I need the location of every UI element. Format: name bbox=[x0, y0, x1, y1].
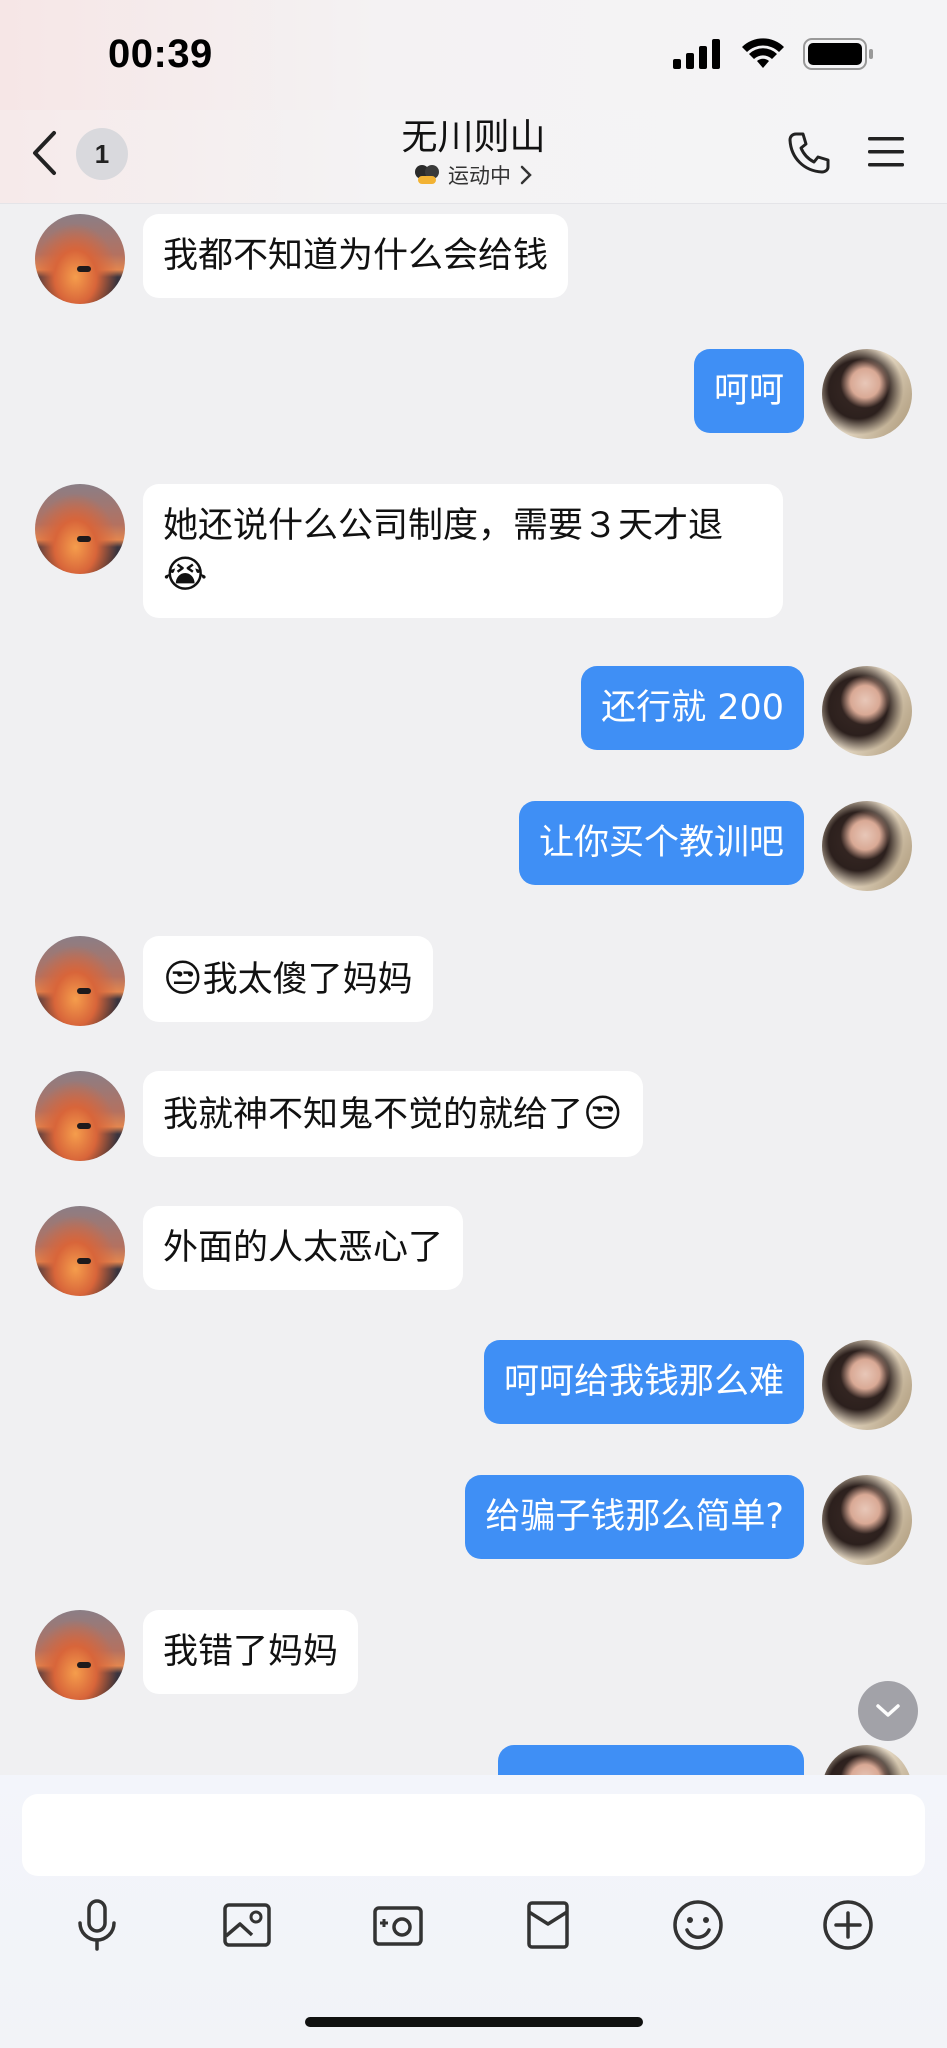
message-text: 外面的人太恶心了 bbox=[163, 1228, 444, 1268]
phone-icon bbox=[788, 132, 830, 174]
signal-icon bbox=[673, 39, 720, 69]
message-text: 呵呵 bbox=[713, 371, 784, 411]
message-bubble[interactable]: 给骗子钱那么简单? bbox=[465, 1475, 804, 1559]
my-avatar[interactable] bbox=[822, 349, 912, 439]
red-packet-button[interactable] bbox=[518, 1895, 578, 1955]
message-row: 我错了妈妈 bbox=[35, 1610, 359, 1700]
message-text: 给骗子钱那么简单? bbox=[485, 1497, 784, 1537]
call-button[interactable] bbox=[786, 130, 832, 180]
message-input[interactable] bbox=[22, 1794, 925, 1876]
emoji-icon bbox=[673, 1900, 723, 1950]
message-bubble[interactable]: 😒我太傻了妈妈 bbox=[143, 936, 433, 1022]
message-text: 我就神不知鬼不觉的就给了 bbox=[163, 1095, 584, 1135]
status-icons bbox=[673, 38, 875, 70]
contact-avatar[interactable] bbox=[35, 1610, 125, 1700]
message-text: 还行就 200 bbox=[601, 688, 784, 728]
my-avatar[interactable] bbox=[822, 1475, 912, 1565]
plus-icon bbox=[823, 1900, 873, 1950]
my-avatar[interactable] bbox=[822, 1340, 912, 1430]
chevron-down-icon bbox=[876, 1704, 900, 1717]
more-button[interactable] bbox=[818, 1895, 878, 1955]
status-text: 运动中 bbox=[448, 164, 511, 188]
message-text: 呵呵给我钱那么难 bbox=[503, 1362, 784, 1402]
hamburger-menu-icon bbox=[868, 137, 904, 167]
microphone-icon bbox=[78, 1899, 116, 1951]
message-row: 还行就 200 bbox=[581, 666, 912, 756]
message-bubble[interactable]: 我就神不知鬼不觉的就给了😒 bbox=[143, 1071, 643, 1157]
message-bubble[interactable]: 她还说什么公司制度，需要３天才退 😭 bbox=[143, 484, 783, 618]
contact-avatar[interactable] bbox=[35, 214, 125, 304]
message-row: 呵呵 bbox=[693, 349, 912, 439]
message-text: 我太傻了妈妈 bbox=[202, 960, 413, 1000]
message-row: 让你买个教训吧 bbox=[518, 801, 912, 891]
contact-avatar[interactable] bbox=[35, 1071, 125, 1161]
unamused-emoji: 😒 bbox=[583, 1091, 623, 1135]
red-packet-icon bbox=[527, 1901, 569, 1949]
battery-icon bbox=[803, 38, 873, 70]
input-toolbar bbox=[0, 1895, 947, 1955]
message-bubble[interactable]: 让你买个教训吧 bbox=[518, 801, 804, 885]
message-text: 让你买个教训吧 bbox=[538, 823, 784, 863]
unamused-emoji: 😒 bbox=[163, 956, 203, 1000]
emoji-button[interactable] bbox=[668, 1895, 728, 1955]
message-text: 她还说什么公司制度，需要３天才退 bbox=[163, 506, 724, 546]
message-bubble[interactable]: 还行就 200 bbox=[581, 666, 804, 750]
message-bubble[interactable]: 呵呵给我钱那么难 bbox=[483, 1340, 804, 1424]
status-bar: 00:39 bbox=[0, 0, 947, 110]
my-avatar[interactable] bbox=[822, 1745, 912, 1775]
message-row: 我就神不知鬼不觉的就给了😒 bbox=[35, 1071, 643, 1161]
message-bubble[interactable]: 外面的人太恶心了 bbox=[143, 1206, 464, 1290]
chevron-right-icon bbox=[520, 165, 532, 185]
image-button[interactable] bbox=[217, 1895, 277, 1955]
crying-emoji: 😭 bbox=[163, 552, 208, 596]
camera-icon bbox=[373, 1906, 423, 1946]
home-indicator[interactable] bbox=[305, 2017, 643, 2027]
message-row-partial bbox=[498, 1745, 912, 1775]
message-row: 😒我太傻了妈妈 bbox=[35, 936, 433, 1026]
image-icon bbox=[223, 1903, 271, 1947]
message-row: 给骗子钱那么简单? bbox=[465, 1475, 912, 1565]
contact-avatar[interactable] bbox=[35, 936, 125, 1026]
menu-button[interactable] bbox=[866, 134, 906, 174]
scroll-to-bottom-button[interactable] bbox=[858, 1681, 918, 1741]
message-row: 呵呵给我钱那么难 bbox=[483, 1340, 912, 1430]
message-text: 我都不知道为什么会给钱 bbox=[163, 236, 549, 276]
status-time: 00:39 bbox=[108, 32, 213, 76]
contact-avatar[interactable] bbox=[35, 484, 125, 574]
voice-button[interactable] bbox=[67, 1895, 127, 1955]
message-bubble[interactable]: 我错了妈妈 bbox=[143, 1610, 359, 1694]
wifi-icon bbox=[742, 38, 784, 68]
message-bubble[interactable] bbox=[498, 1745, 804, 1775]
message-bubble[interactable]: 我都不知道为什么会给钱 bbox=[143, 214, 569, 298]
contact-avatar[interactable] bbox=[35, 1206, 125, 1296]
status-icon bbox=[415, 165, 439, 184]
my-avatar[interactable] bbox=[822, 666, 912, 756]
my-avatar[interactable] bbox=[822, 801, 912, 891]
camera-button[interactable] bbox=[368, 1895, 428, 1955]
message-row: 她还说什么公司制度，需要３天才退 😭 bbox=[35, 484, 783, 618]
message-bubble[interactable]: 呵呵 bbox=[693, 349, 804, 433]
message-row: 外面的人太恶心了 bbox=[35, 1206, 464, 1296]
message-row: 我都不知道为什么会给钱 bbox=[35, 214, 569, 304]
message-text: 我错了妈妈 bbox=[163, 1632, 339, 1672]
